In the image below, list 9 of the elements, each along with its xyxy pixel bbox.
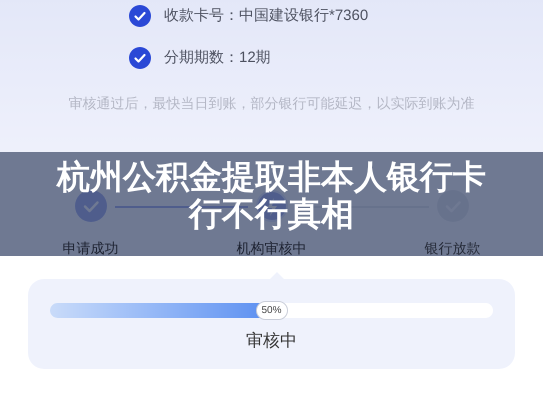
headline: 杭州公积金提取非本人银行卡行不行真相 — [55, 158, 487, 232]
percent-badge: 50% — [256, 301, 288, 320]
detail-text: 分期期数：12期 — [164, 48, 271, 68]
detail-text: 收款卡号：中国建设银行*7360 — [164, 6, 368, 26]
status-text: 审核中 — [246, 330, 297, 352]
step-label: 机构审核中 — [236, 239, 306, 258]
step-label: 银行放款 — [424, 239, 480, 258]
step-label: 申请成功 — [62, 239, 118, 258]
note-text: 审核通过后，最快当日到账，部分银行可能延迟，以实际到账为准 — [68, 94, 476, 113]
